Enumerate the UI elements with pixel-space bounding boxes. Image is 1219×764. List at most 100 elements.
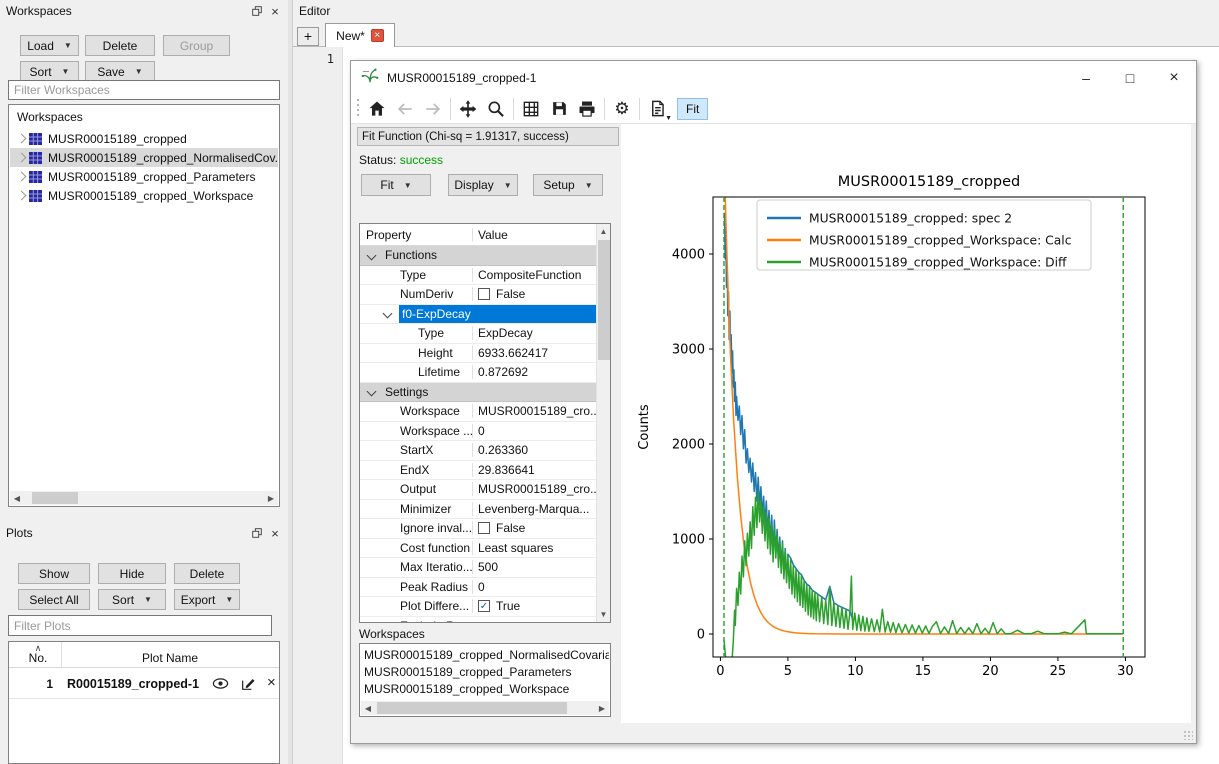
scroll-right-icon[interactable]: ▶ [264, 494, 278, 503]
property-value[interactable]: 29.836641 [472, 463, 596, 477]
delete-plot-button[interactable]: Delete [174, 563, 240, 584]
float-panel-icon[interactable] [248, 3, 266, 19]
column-header-plot-name[interactable]: Plot Name [61, 651, 279, 665]
scroll-right-icon[interactable]: ▶ [595, 704, 609, 713]
property-row[interactable]: Lifetime0.872692 [360, 363, 596, 383]
delete-workspace-button[interactable]: Delete [85, 35, 155, 56]
resize-grip[interactable] [1183, 730, 1193, 740]
collapse-chevron-icon[interactable] [367, 250, 377, 260]
toolbar-drag-handle[interactable] [357, 99, 359, 119]
grid-icon[interactable] [517, 96, 545, 122]
property-value[interactable]: CompositeFunction [472, 268, 596, 282]
sort-workspaces-button[interactable]: Sort▼ [20, 61, 79, 82]
maximize-window-icon[interactable]: □ [1108, 64, 1152, 92]
collapse-chevron-icon[interactable] [383, 309, 393, 319]
property-value[interactable]: False [472, 287, 596, 301]
property-grid-vscrollbar[interactable]: ▲ ▼ [596, 224, 610, 622]
load-button[interactable]: Load▼ [20, 35, 79, 56]
checkbox-icon[interactable] [478, 288, 490, 300]
plot-row[interactable]: 1R00015189_cropped-1× [9, 669, 279, 699]
plot-canvas[interactable]: MUSR00015189_cropped Counts 051015202530… [621, 124, 1191, 723]
output-workspace-item[interactable]: MUSR00015189_cropped_NormalisedCovarianc [364, 647, 609, 664]
customize-plot-icon[interactable]: ⚙ [608, 96, 636, 122]
pan-icon[interactable] [454, 96, 482, 122]
generate-script-icon[interactable]: ▼ [643, 96, 671, 122]
property-value[interactable]: 500 [472, 560, 596, 574]
property-value[interactable]: 0 [472, 580, 596, 594]
close-panel-icon[interactable]: × [266, 3, 284, 19]
property-row[interactable]: Peak Radius0 [360, 578, 596, 598]
zoom-icon[interactable] [482, 96, 510, 122]
rename-plot-icon[interactable] [240, 676, 256, 695]
property-row[interactable]: f0-ExpDecay [360, 305, 596, 325]
close-plot-icon[interactable]: × [267, 674, 276, 691]
property-row[interactable]: StartX0.263360 [360, 441, 596, 461]
property-value[interactable]: Levenberg-Marqua... [472, 502, 596, 516]
output-workspace-item[interactable]: MUSR00015189_cropped_Parameters [364, 664, 609, 681]
workspace-tree-item[interactable]: MUSR00015189_cropped_Workspace [10, 186, 278, 205]
property-value[interactable]: Least squares [472, 541, 596, 555]
export-plots-button[interactable]: Export▼ [174, 589, 240, 610]
property-value[interactable]: MUSR00015189_cro... [472, 404, 596, 418]
setup-menu-button[interactable]: Setup▼ [533, 174, 603, 196]
property-value[interactable]: 0.872692 [472, 365, 596, 379]
forward-icon[interactable] [419, 96, 447, 122]
editor-panel-titlebar[interactable]: Editor [293, 0, 1219, 22]
property-row[interactable]: Ignore inval...False [360, 519, 596, 539]
filter-plots-input[interactable] [8, 615, 272, 636]
scroll-left-icon[interactable]: ◀ [361, 704, 375, 713]
output-workspace-item[interactable]: MUSR00015189_cropped_Workspace [364, 681, 609, 698]
expand-chevron-icon[interactable] [17, 153, 27, 163]
float-panel-icon[interactable] [248, 525, 266, 541]
property-row[interactable]: Exclude Ra... [360, 617, 596, 624]
window-titlebar[interactable]: MUSR00015189_cropped-1 – □ × [351, 61, 1196, 94]
checkbox-icon[interactable] [478, 522, 490, 534]
property-row[interactable]: TypeCompositeFunction [360, 266, 596, 286]
property-row[interactable]: WorkspaceMUSR00015189_cro... [360, 402, 596, 422]
property-value[interactable]: False [472, 521, 596, 535]
property-row[interactable]: Settings [360, 383, 596, 403]
property-row[interactable]: EndX29.836641 [360, 461, 596, 481]
new-tab-button[interactable]: + [297, 27, 319, 46]
workspaces-tree-hscrollbar[interactable]: ◀ ▶ [10, 491, 278, 505]
column-header-no[interactable]: No. [23, 651, 53, 665]
property-value[interactable]: 0.263360 [472, 443, 596, 457]
property-value[interactable]: ExpDecay [472, 326, 596, 340]
scroll-left-icon[interactable]: ◀ [10, 494, 24, 503]
property-row[interactable]: TypeExpDecay [360, 324, 596, 344]
property-row[interactable]: NumDerivFalse [360, 285, 596, 305]
property-value[interactable]: ✓True [472, 599, 596, 613]
fit-menu-button[interactable]: Fit▼ [361, 174, 431, 196]
workspace-tree-item[interactable]: MUSR00015189_cropped_Parameters [10, 167, 278, 186]
workspaces-panel-titlebar[interactable]: Workspaces × [0, 0, 288, 22]
sort-plots-button[interactable]: Sort▼ [98, 589, 166, 610]
fit-toggle-button[interactable]: Fit [677, 98, 708, 120]
property-row[interactable]: Workspace ...0 [360, 422, 596, 442]
property-row[interactable]: MinimizerLevenberg-Marqua... [360, 500, 596, 520]
property-row[interactable]: Cost functionLeast squares [360, 539, 596, 559]
select-all-plots-button[interactable]: Select All [18, 589, 90, 610]
property-value[interactable]: MUSR00015189_cro... [472, 482, 596, 496]
save-icon[interactable] [545, 96, 573, 122]
close-tab-icon[interactable]: × [371, 29, 384, 42]
close-panel-icon[interactable]: × [266, 525, 284, 541]
tab-new[interactable]: New* × [325, 23, 395, 47]
close-window-icon[interactable]: × [1152, 64, 1196, 92]
print-icon[interactable] [573, 96, 601, 122]
property-value[interactable]: 6933.662417 [472, 346, 596, 360]
scroll-down-icon[interactable]: ▼ [597, 610, 610, 619]
expand-chevron-icon[interactable] [17, 172, 27, 182]
workspace-tree-item[interactable]: MUSR00015189_cropped_NormalisedCov... [10, 148, 278, 167]
home-icon[interactable] [363, 96, 391, 122]
property-row[interactable]: Functions [360, 246, 596, 266]
filter-workspaces-input[interactable] [8, 80, 280, 100]
expand-chevron-icon[interactable] [17, 191, 27, 201]
property-value[interactable]: 0 [472, 424, 596, 438]
workspace-tree-item[interactable]: MUSR00015189_cropped [10, 129, 278, 148]
back-icon[interactable] [391, 96, 419, 122]
property-row[interactable]: Plot Differe...✓True [360, 597, 596, 617]
property-row[interactable]: Height6933.662417 [360, 344, 596, 364]
show-plot-button[interactable]: Show [18, 563, 90, 584]
property-row[interactable]: Max Iteratio...500 [360, 558, 596, 578]
fit-workspaces-hscrollbar[interactable]: ◀ ▶ [361, 701, 609, 715]
